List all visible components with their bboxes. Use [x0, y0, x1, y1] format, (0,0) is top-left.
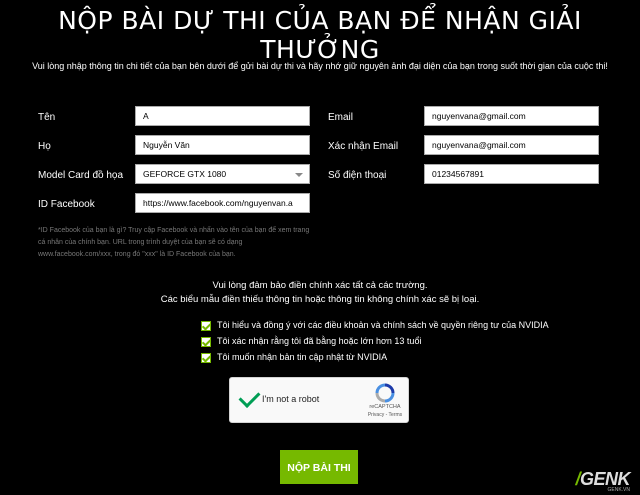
- newsletter-checkbox[interactable]: [201, 353, 211, 363]
- captcha-checkmark-icon[interactable]: [238, 386, 261, 408]
- terms-checkbox-label: Tôi hiểu và đồng ý với các điều khoản và…: [217, 320, 549, 330]
- submit-button[interactable]: NỘP BÀI THI: [280, 450, 358, 484]
- terms-checkbox[interactable]: [201, 321, 211, 331]
- genk-watermark: /GENK GENK.VN: [575, 470, 630, 493]
- recaptcha-logo-icon: [375, 383, 395, 403]
- gpu-model-select[interactable]: GEFORCE GTX 1080: [135, 164, 310, 184]
- recaptcha-widget[interactable]: I'm not a robot reCAPTCHA Privacy - Term…: [229, 377, 409, 423]
- recaptcha-links[interactable]: Privacy - Terms: [360, 412, 410, 418]
- phone-label: Số điện thoại: [328, 170, 387, 181]
- first-name-field[interactable]: A: [135, 106, 310, 126]
- gpu-model-value: GEFORCE GTX 1080: [143, 169, 227, 179]
- facebook-id-field[interactable]: https://www.facebook.com/nguyenvan.a: [135, 193, 310, 213]
- notice-line-2: Các biểu mẫu điền thiếu thông tin hoặc t…: [160, 294, 480, 305]
- last-name-label: Họ: [38, 141, 51, 152]
- gpu-model-label: Model Card đồ họa: [38, 170, 124, 181]
- notice-line-1: Vui lòng đảm bảo điền chính xác tất cả c…: [212, 280, 428, 291]
- age-checkbox[interactable]: [201, 337, 211, 347]
- page-subtitle: Vui lòng nhập thông tin chi tiết của bạn…: [32, 61, 608, 71]
- page-title: NỘP BÀI DỰ THI CỦA BẠN ĐỂ NHẬN GIẢI THƯỞ…: [58, 6, 582, 64]
- age-checkbox-label: Tôi xác nhận rằng tôi đã bằng hoặc lớn h…: [217, 336, 422, 346]
- email-field[interactable]: nguyenvana@gmail.com: [424, 106, 599, 126]
- facebook-id-label: ID Facebook: [38, 199, 95, 210]
- chevron-down-icon: [295, 173, 303, 177]
- first-name-label: Tên: [38, 112, 56, 123]
- email-label: Email: [328, 112, 354, 123]
- email-confirm-label: Xác nhận Email: [328, 141, 399, 152]
- recaptcha-brand: reCAPTCHA: [369, 404, 401, 410]
- genk-logo: /GENK: [575, 469, 630, 489]
- phone-field[interactable]: 01234567891: [424, 164, 599, 184]
- facebook-id-help: *ID Facebook của bạn là gì? Truy cập Fac…: [38, 227, 310, 258]
- newsletter-checkbox-label: Tôi muốn nhận bản tin cập nhật từ NVIDIA: [217, 352, 388, 362]
- captcha-label: I'm not a robot: [262, 394, 320, 404]
- email-confirm-field[interactable]: nguyenvana@gmail.com: [424, 135, 599, 155]
- last-name-field[interactable]: Nguyễn Văn: [135, 135, 310, 155]
